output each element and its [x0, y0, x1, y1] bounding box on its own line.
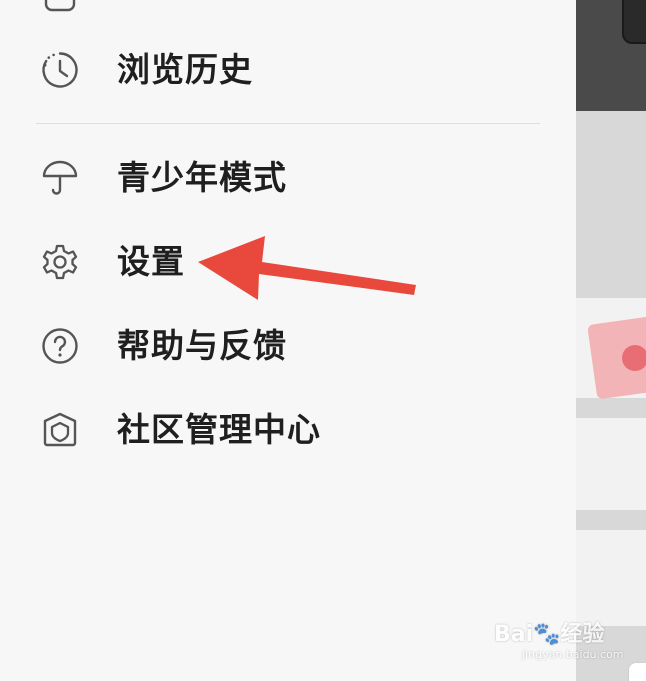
menu-item-help-feedback[interactable]: 帮助与反馈: [0, 310, 576, 382]
peek-card-2: [576, 418, 646, 510]
menu-item-settings[interactable]: 设置: [0, 226, 576, 298]
gear-icon: [40, 242, 80, 282]
peek-photo-heart: [622, 345, 646, 371]
help-icon: [40, 326, 80, 366]
menu-divider: [36, 123, 540, 124]
history-icon: [40, 50, 80, 90]
screen: 浏览历史 青少年模式 设置 帮助与反馈 社区管理中心 Bai🐾经验 jingya…: [0, 0, 646, 681]
peek-header: [576, 0, 646, 111]
shield-home-icon: [40, 410, 80, 450]
peek-thumbnail: [622, 0, 646, 44]
menu-item-community-center[interactable]: 社区管理中心: [0, 394, 576, 466]
menu-label-teen-mode: 青少年模式: [117, 158, 287, 197]
watermark-url-text: jingyan.baidu.com: [522, 648, 624, 661]
watermark-main-text: Bai🐾经验: [494, 622, 605, 647]
menu-label-help-feedback: 帮助与反馈: [117, 326, 287, 365]
menu-item-clipped[interactable]: [0, 0, 576, 12]
umbrella-icon: [40, 158, 80, 198]
watermark-logo: Bai🐾经验 jingyan.baidu.com: [494, 612, 644, 668]
menu-label-settings: 设置: [117, 242, 185, 281]
side-drawer: 浏览历史 青少年模式 设置 帮助与反馈 社区管理中心: [0, 0, 576, 681]
menu-item-history[interactable]: 浏览历史: [0, 34, 576, 106]
menu-item-teen-mode[interactable]: 青少年模式: [0, 142, 576, 214]
menu-label-history: 浏览历史: [117, 50, 253, 89]
menu-label-community-center: 社区管理中心: [117, 410, 321, 449]
clipped-item-icon: [44, 0, 76, 12]
